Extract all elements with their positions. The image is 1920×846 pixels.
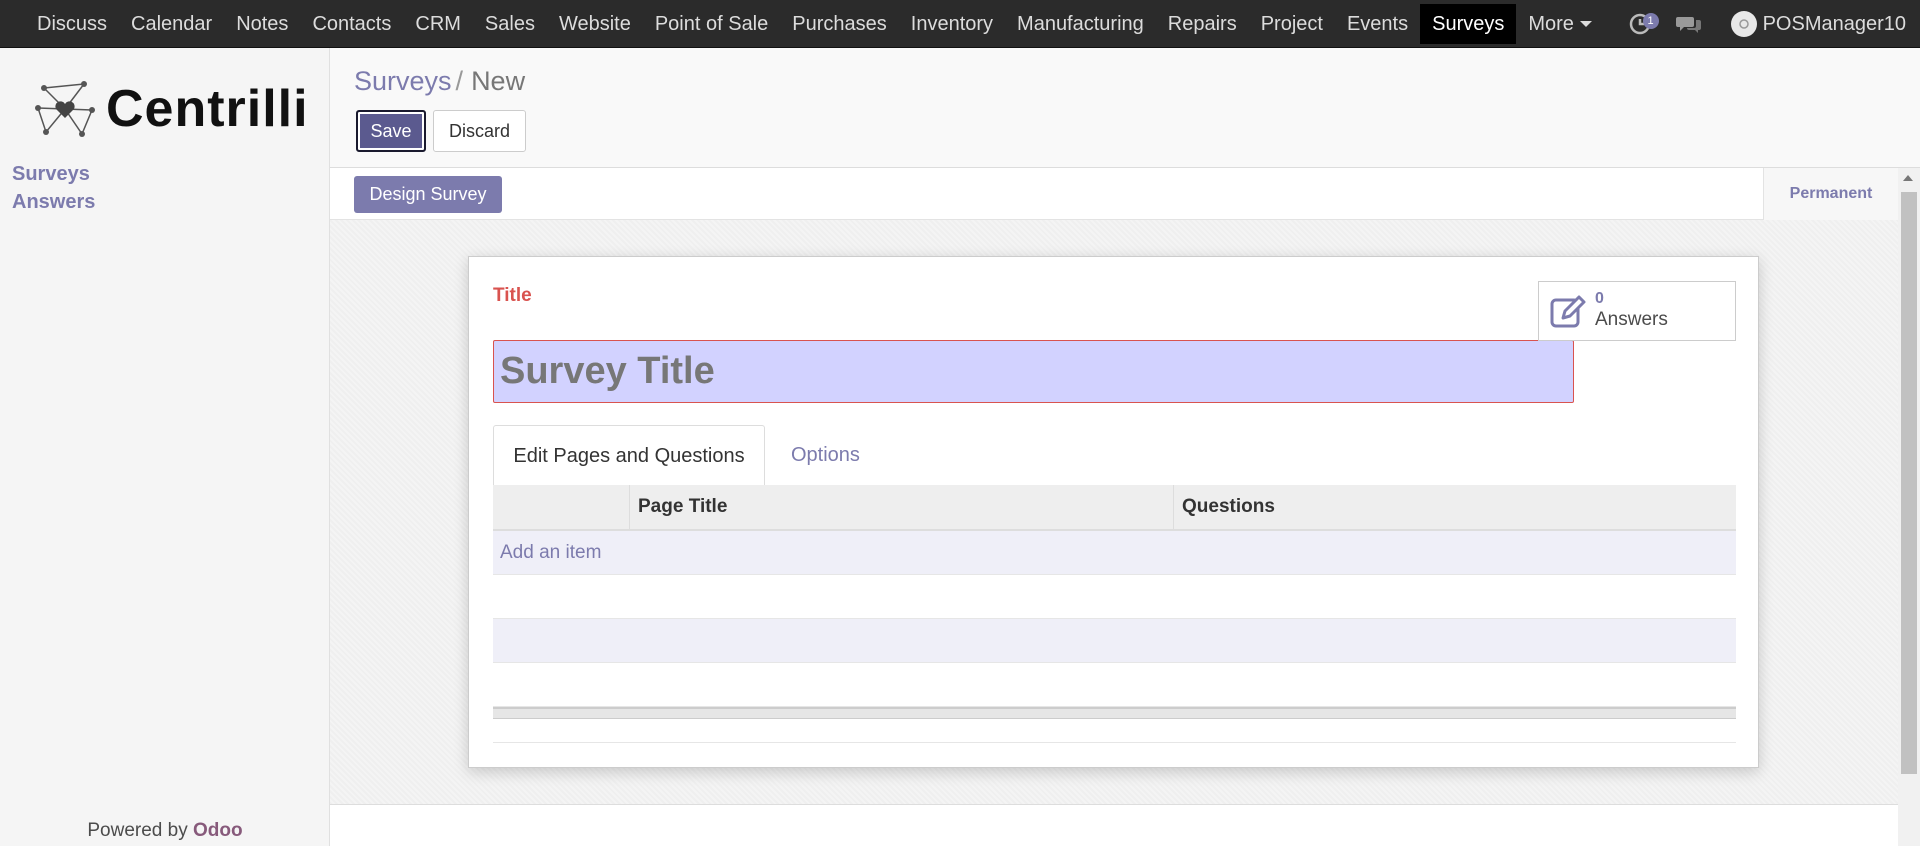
pages-list: Page Title Questions Add an item: [493, 485, 1736, 743]
list-row: [493, 663, 1736, 707]
notebook-tabs: Edit Pages and Questions Options: [493, 425, 1736, 487]
camera-icon: [1738, 19, 1749, 29]
header-questions[interactable]: Questions: [1174, 485, 1736, 529]
form-sheet: Title 0 Answers Edit Pages and Questions…: [468, 256, 1759, 768]
user-menu[interactable]: POSManager10: [1730, 11, 1906, 37]
menu-more[interactable]: More: [1516, 4, 1604, 44]
menu-events[interactable]: Events: [1335, 4, 1420, 44]
powered-prefix: Powered by: [87, 820, 188, 841]
list-bottom-line: [493, 719, 1736, 743]
breadcrumb-surveys[interactable]: Surveys: [354, 66, 452, 96]
list-header: Page Title Questions: [493, 485, 1736, 531]
title-label: Title: [493, 285, 532, 306]
answers-label: Answers: [1595, 309, 1668, 330]
survey-title-input[interactable]: [493, 340, 1574, 403]
menu-more-label: More: [1528, 12, 1574, 35]
save-button[interactable]: Save: [356, 110, 426, 152]
answers-stat-button[interactable]: 0 Answers: [1538, 281, 1736, 341]
sidebar-item-answers[interactable]: Answers: [12, 191, 95, 214]
caret-down-icon: [1579, 21, 1592, 28]
user-name: POSManager10: [1762, 12, 1906, 35]
list-row: [493, 575, 1736, 619]
menu-notes[interactable]: Notes: [224, 4, 300, 44]
design-survey-button[interactable]: Design Survey: [354, 176, 502, 213]
stage-permanent[interactable]: Permanent: [1763, 168, 1898, 220]
menu-surveys[interactable]: Surveys: [1420, 3, 1517, 44]
tab-options[interactable]: Options: [791, 425, 860, 486]
list-row: [493, 619, 1736, 663]
menu-purchases[interactable]: Purchases: [780, 4, 899, 44]
brand-name: Centrilli: [106, 80, 309, 138]
list-footer: [493, 707, 1736, 719]
breadcrumb-current: New: [471, 66, 526, 96]
menu-calendar[interactable]: Calendar: [119, 4, 224, 44]
menu-contacts[interactable]: Contacts: [300, 4, 403, 44]
discard-button[interactable]: Discard: [433, 110, 526, 152]
menu-project[interactable]: Project: [1249, 4, 1335, 44]
edit-icon: [1550, 295, 1586, 328]
company-logo: Centrilli: [32, 76, 309, 142]
bottom-area: [330, 805, 1898, 846]
menu-sales[interactable]: Sales: [473, 4, 547, 44]
network-heart-icon: [35, 81, 95, 137]
menu-point-of-sale[interactable]: Point of Sale: [643, 4, 780, 44]
breadcrumb: Surveys / New: [354, 66, 525, 97]
answers-count: 0: [1595, 290, 1604, 307]
powered-by: Powered by Odoo: [0, 820, 330, 842]
menu-website[interactable]: Website: [547, 4, 643, 44]
avatar: [1730, 11, 1757, 37]
menu-repairs[interactable]: Repairs: [1156, 4, 1249, 44]
tab-edit-pages[interactable]: Edit Pages and Questions: [493, 425, 765, 487]
control-panel: Surveys / New Save Discard: [330, 48, 1920, 168]
sidebar: Centrilli Surveys Answers Powered by Odo…: [0, 48, 330, 846]
menu-manufacturing[interactable]: Manufacturing: [1005, 4, 1156, 44]
messages-button[interactable]: [1675, 10, 1703, 38]
scroll-up-arrow-icon[interactable]: [1903, 175, 1913, 181]
systray: 1 POSManager10: [1617, 0, 1920, 48]
form-content: Title 0 Answers Edit Pages and Questions…: [330, 220, 1898, 805]
scrollbar-thumb[interactable]: [1901, 192, 1917, 774]
menu-discuss[interactable]: Discuss: [25, 4, 119, 44]
top-navbar: Discuss Calendar Notes Contacts CRM Sale…: [0, 0, 1920, 48]
activity-button[interactable]: 1: [1627, 10, 1659, 38]
odoo-link[interactable]: Odoo: [193, 820, 243, 841]
activity-badge: 1: [1642, 13, 1659, 29]
header-handle-column: [493, 485, 630, 529]
menu-inventory[interactable]: Inventory: [899, 4, 1005, 44]
breadcrumb-separator: /: [455, 66, 464, 96]
chat-icon: [1675, 17, 1701, 33]
answers-stat: 0 Answers: [1595, 290, 1668, 332]
add-item-link[interactable]: Add an item: [493, 531, 1736, 575]
form-statusbar: Design Survey Permanent: [330, 168, 1898, 220]
header-page-title[interactable]: Page Title: [630, 485, 1174, 529]
scrollbar[interactable]: [1898, 168, 1920, 846]
menu-crm[interactable]: CRM: [403, 4, 473, 44]
sidebar-item-surveys[interactable]: Surveys: [12, 163, 90, 186]
app-menu: Discuss Calendar Notes Contacts CRM Sale…: [0, 0, 1604, 47]
